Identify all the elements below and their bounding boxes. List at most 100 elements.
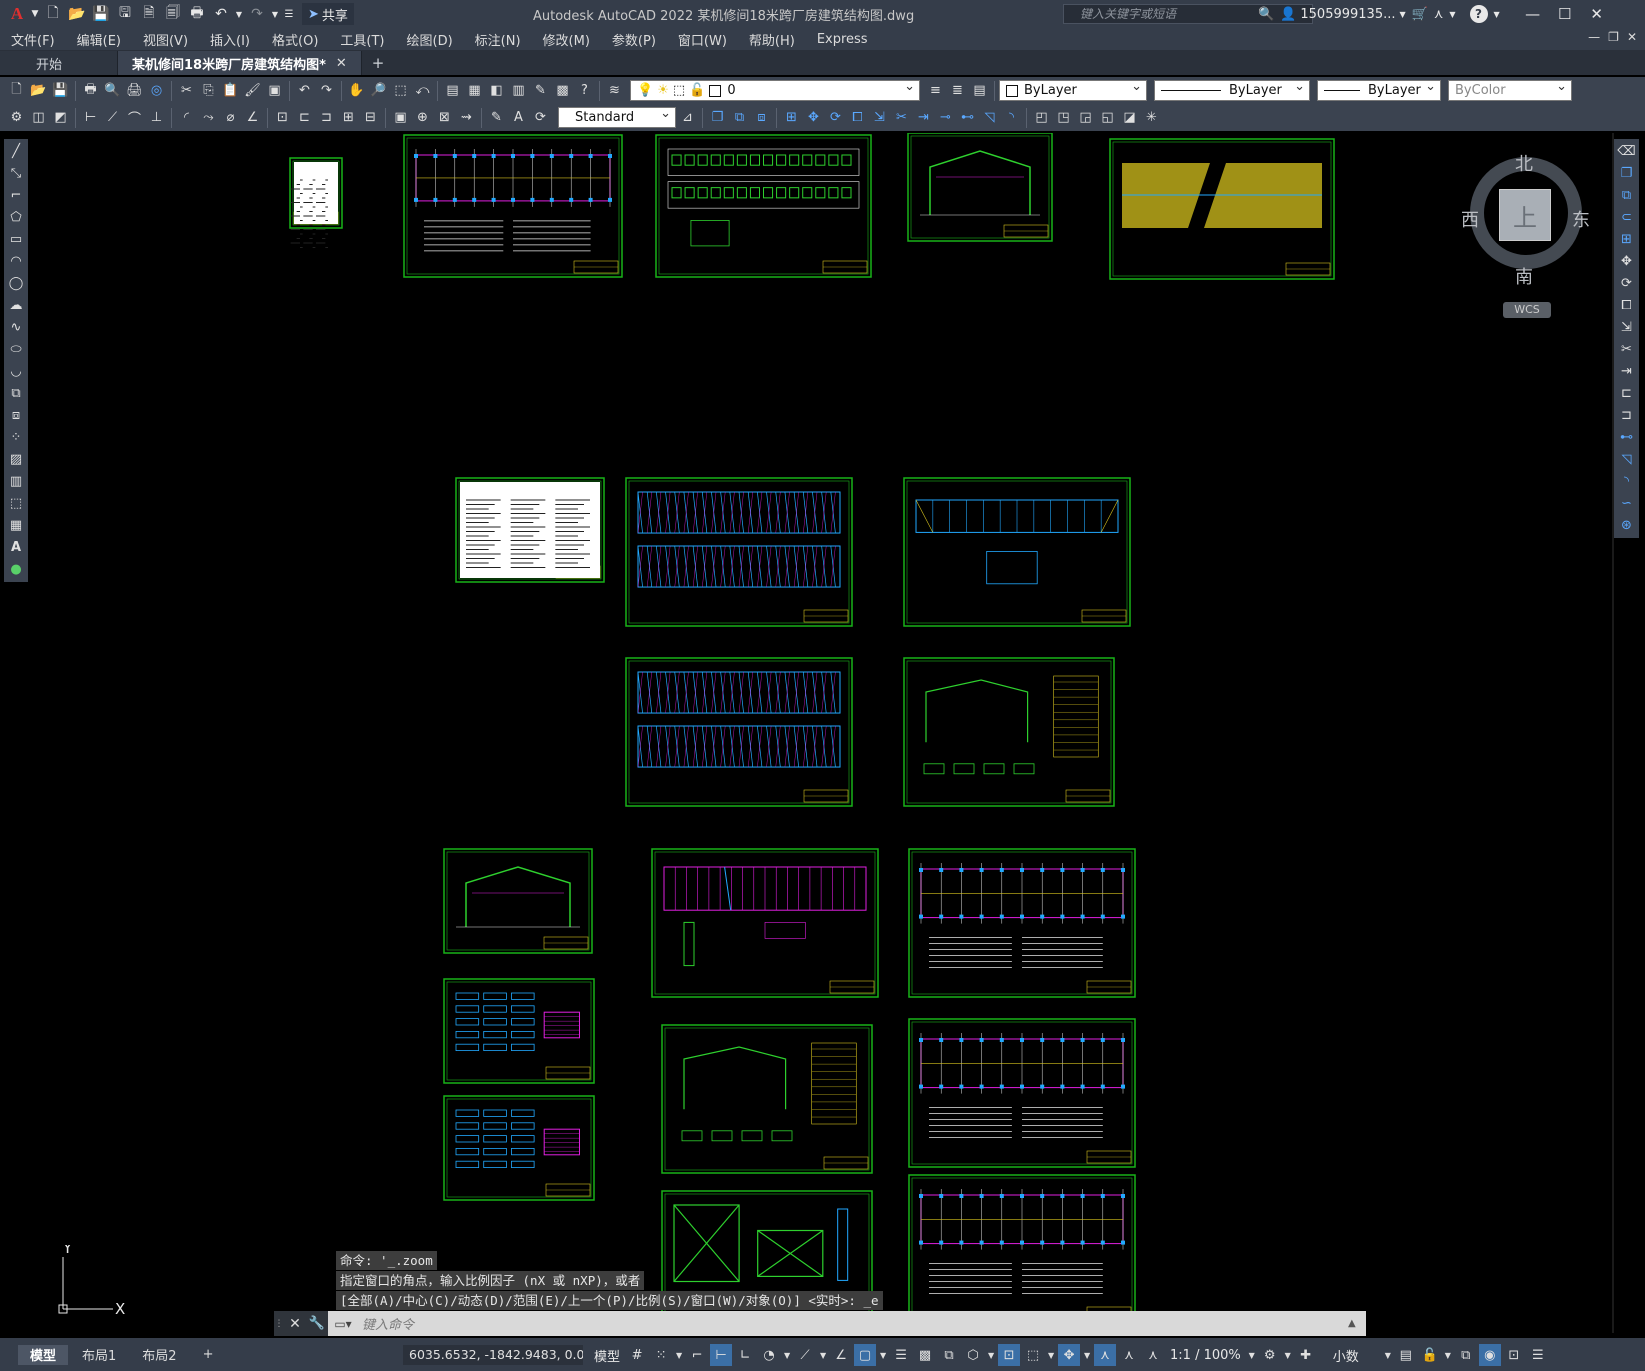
annotation-visibility-icon[interactable]: ⋏ xyxy=(1094,1344,1117,1366)
redo-toolbar-icon[interactable]: ↷ xyxy=(316,80,337,101)
menu-item-9[interactable]: 参数(P) xyxy=(601,30,667,49)
publish-3d-icon[interactable]: ◎ xyxy=(146,80,167,101)
compass-east[interactable]: 东 xyxy=(1572,206,1590,232)
drawing-sheet-3[interactable] xyxy=(907,133,1053,242)
drawing-sheet-0[interactable] xyxy=(289,157,343,248)
construction-line-icon[interactable]: ⤡ xyxy=(6,163,27,184)
properties-palette-icon[interactable]: ▤ xyxy=(442,80,463,101)
snap-icon[interactable]: ⁙ xyxy=(650,1344,672,1366)
ellipse-icon[interactable]: ⬭ xyxy=(6,339,27,360)
design-center-icon[interactable]: ▦ xyxy=(464,80,485,101)
command-input[interactable]: 键入命令 xyxy=(358,1314,1348,1333)
menu-item-10[interactable]: 窗口(W) xyxy=(667,30,738,49)
inspection-icon[interactable]: ⊠ xyxy=(434,107,455,128)
visual-styles-icon[interactable]: ◩ xyxy=(50,107,71,128)
undo-icon[interactable]: ↶ xyxy=(210,3,232,25)
menu-item-8[interactable]: 修改(M) xyxy=(532,30,601,49)
menu-item-4[interactable]: 格式(O) xyxy=(261,30,329,49)
color-dropdown[interactable]: ByLayer xyxy=(999,79,1147,101)
arc-length-icon[interactable]: ⌒ xyxy=(124,107,145,128)
command-history-toggle-icon[interactable]: ▲ xyxy=(1348,1318,1366,1329)
block-editor-icon[interactable]: ▣ xyxy=(264,80,285,101)
customization-icon[interactable]: ☰ xyxy=(1527,1344,1549,1366)
drawing-sheet-16[interactable] xyxy=(443,1095,595,1201)
lock-ui-dropdown-icon[interactable]: ▼ xyxy=(1443,1344,1453,1366)
mirror-icon[interactable]: ⧉ xyxy=(729,107,750,128)
print-preview-icon[interactable]: 🔍 xyxy=(102,80,123,101)
break-icon[interactable]: ⊸ xyxy=(935,107,956,128)
rotate-icon[interactable]: ⟳ xyxy=(825,107,846,128)
search-icon[interactable]: 🔍 xyxy=(1258,7,1274,22)
compass-south[interactable]: 南 xyxy=(1515,263,1533,289)
autodesk-dropdown-icon[interactable]: ▼ xyxy=(1449,10,1455,19)
clean-screen-icon[interactable]: ⊡ xyxy=(1503,1344,1525,1366)
command-prompt-icon[interactable]: ▭▾ xyxy=(328,1311,358,1336)
menu-item-5[interactable]: 工具(T) xyxy=(329,30,395,49)
menu-item-2[interactable]: 视图(V) xyxy=(132,30,199,49)
extend-palette-icon[interactable]: ⇥ xyxy=(1616,361,1637,382)
osnap-dropdown-icon[interactable]: ▼ xyxy=(878,1344,888,1366)
break-at-point-icon[interactable]: ⊏ xyxy=(1616,383,1637,404)
layer-previous-icon[interactable]: ≣ xyxy=(947,80,968,101)
offset-icon[interactable]: ⧈ xyxy=(751,107,772,128)
layout-tab-0[interactable]: 模型 xyxy=(18,1344,69,1365)
drawing-scrollbar[interactable] xyxy=(1612,133,1614,1333)
region-icon[interactable]: ⬚ xyxy=(6,493,27,514)
drawing-sheet-4[interactable] xyxy=(1109,138,1335,280)
make-current-layer-icon[interactable]: ≡ xyxy=(925,80,946,101)
drawing-canvas[interactable] xyxy=(32,133,1612,1333)
mirror-palette-icon[interactable]: ⧉ xyxy=(1616,185,1637,206)
model-space-toggle[interactable]: 模型 xyxy=(590,1346,624,1365)
sheet-set-icon[interactable]: ▥ xyxy=(508,80,529,101)
close-window-icon[interactable]: ✕ xyxy=(1584,5,1610,23)
layout-tab-2[interactable]: 布局2 xyxy=(130,1345,188,1365)
draw-order-icon[interactable]: ◰ xyxy=(1031,107,1052,128)
qnew-icon[interactable]: 🗋 xyxy=(6,80,27,101)
stretch-palette-icon[interactable]: ⇲ xyxy=(1616,317,1637,338)
quick-dimension-icon[interactable]: ⊡ xyxy=(272,107,293,128)
join-icon[interactable]: ⊷ xyxy=(957,107,978,128)
menu-item-12[interactable]: Express xyxy=(806,32,879,47)
user-account[interactable]: 👤 1505999135... ▼ xyxy=(1280,7,1405,22)
spline-icon[interactable]: ∿ xyxy=(6,317,27,338)
polygon-icon[interactable]: ⬠ xyxy=(6,207,27,228)
aligned-dimension-icon[interactable]: ⟋ xyxy=(102,107,123,128)
units-value[interactable]: 小数 xyxy=(1329,1346,1363,1365)
layer-dropdown[interactable]: 💡 ☀ ⬚ 🔓 0 xyxy=(630,79,920,101)
command-customize-icon[interactable]: 🔧 xyxy=(306,1311,328,1336)
ordinate-dimension-icon[interactable]: ⊥ xyxy=(146,107,167,128)
compass-north[interactable]: 北 xyxy=(1515,150,1533,176)
drawing-sheet-14[interactable] xyxy=(661,1024,873,1174)
dimension-style-dropdown[interactable]: Standard xyxy=(558,106,676,128)
menu-item-11[interactable]: 帮助(H) xyxy=(738,30,806,49)
annotation-scale-value[interactable]: 1:1 / 100% xyxy=(1166,1348,1245,1363)
infer-constraints-icon[interactable]: ⌐ xyxy=(686,1344,708,1366)
menu-item-3[interactable]: 插入(I) xyxy=(199,30,261,49)
dimension-text-edit-icon[interactable]: A xyxy=(508,107,529,128)
close-tab-icon[interactable]: ✕ xyxy=(336,56,347,71)
object-snap-tracking-icon[interactable]: ∠ xyxy=(830,1344,852,1366)
save-toolbar-icon[interactable]: 💾 xyxy=(50,80,71,101)
3d-osnap-dropdown-icon[interactable]: ▼ xyxy=(986,1344,996,1366)
help-toolbar-icon[interactable]: ? xyxy=(574,80,595,101)
fillet-icon[interactable]: ◝ xyxy=(1001,107,1022,128)
arc-icon[interactable]: ◠ xyxy=(6,251,27,272)
drawing-sheet-18[interactable] xyxy=(908,1174,1136,1324)
linear-dimension-icon[interactable]: ⊢ xyxy=(80,107,101,128)
layer-properties-icon[interactable]: ≋ xyxy=(604,80,625,101)
selection-filter-dropdown-icon[interactable]: ▼ xyxy=(1046,1344,1056,1366)
jogged-dimension-icon[interactable]: ⤳ xyxy=(198,107,219,128)
tab-document[interactable]: 某机修间18米跨厂房建筑结构图* ✕ xyxy=(118,51,362,75)
drawing-sheet-10[interactable] xyxy=(443,848,593,954)
open-file-icon[interactable]: 📂 xyxy=(66,3,88,25)
dynamic-ucs-icon[interactable]: ⊡ xyxy=(998,1344,1021,1366)
doc-restore-icon[interactable]: ❐ xyxy=(1608,30,1619,44)
auto-scale-icon[interactable]: ⋏ xyxy=(1118,1344,1140,1366)
line-icon[interactable]: ╱ xyxy=(6,141,27,162)
dimension-style-icon[interactable]: ⊿ xyxy=(677,107,698,128)
fillet-palette-icon[interactable]: ◝ xyxy=(1616,471,1637,492)
annotation-scale-icon[interactable]: ⋏ xyxy=(1142,1344,1164,1366)
ortho-icon[interactable]: ∟ xyxy=(734,1344,756,1366)
radius-dimension-icon[interactable]: ◜ xyxy=(176,107,197,128)
undo-toolbar-icon[interactable]: ↶ xyxy=(294,80,315,101)
